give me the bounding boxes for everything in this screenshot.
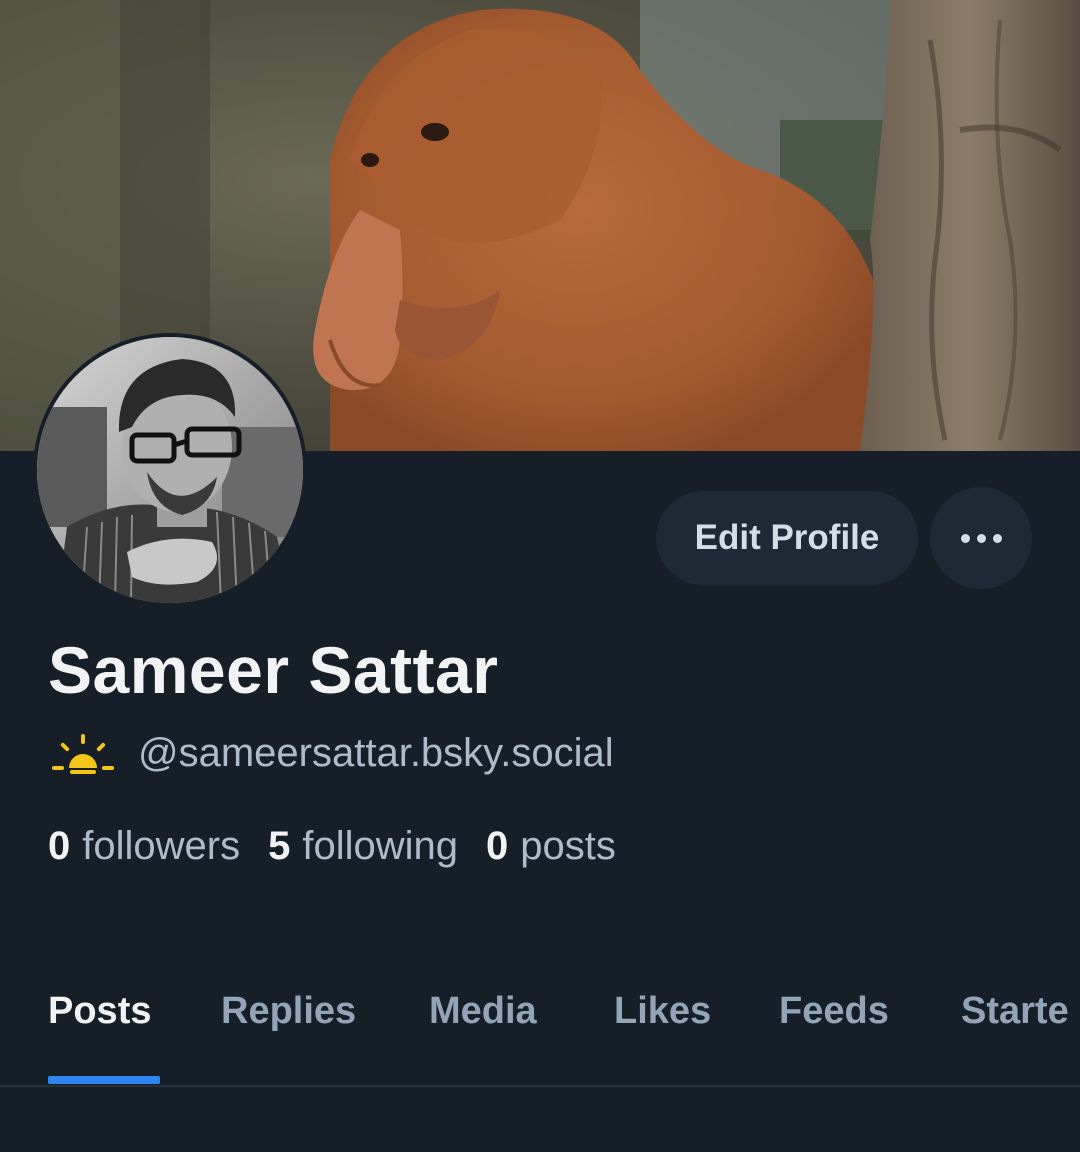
tab-posts[interactable]: Posts [48,990,151,1033]
edit-profile-button[interactable]: Edit Profile [656,491,918,585]
posts-stat: 0 posts [486,824,616,869]
tab-feeds[interactable]: Feeds [779,990,889,1033]
avatar-photo [37,337,303,603]
handle-row: @sameersattar.bsky.social [50,730,614,776]
ellipsis-icon [960,533,970,543]
display-name: Sameer Sattar [48,633,499,707]
posts-label: posts [520,824,616,868]
tab-replies[interactable]: Replies [221,990,356,1033]
posts-count: 0 [486,824,509,868]
more-options-button[interactable] [930,487,1032,589]
profile-avatar[interactable] [33,333,307,607]
sunrise-icon [52,734,114,774]
ellipsis-icon [976,533,986,543]
following-count: 5 [268,824,291,868]
profile-tabs: Posts Replies Media Likes Feeds Starte [0,990,1080,1086]
active-tab-indicator [48,1076,160,1084]
tab-likes[interactable]: Likes [614,990,711,1033]
profile-page: Edit Profile Sameer Sattar @sameersattar… [0,0,1080,1152]
tabs-divider [0,1085,1080,1087]
followers-label: followers [82,824,241,868]
followers-link[interactable]: 0 followers [48,824,240,869]
following-link[interactable]: 5 following [268,824,458,869]
profile-handle: @sameersattar.bsky.social [138,730,614,775]
tab-starter-packs[interactable]: Starte [961,990,1069,1033]
ellipsis-icon [992,533,1002,543]
following-label: following [302,824,458,868]
profile-stats: 0 followers 5 following 0 posts [48,824,644,869]
tab-media[interactable]: Media [429,990,537,1033]
followers-count: 0 [48,824,71,868]
